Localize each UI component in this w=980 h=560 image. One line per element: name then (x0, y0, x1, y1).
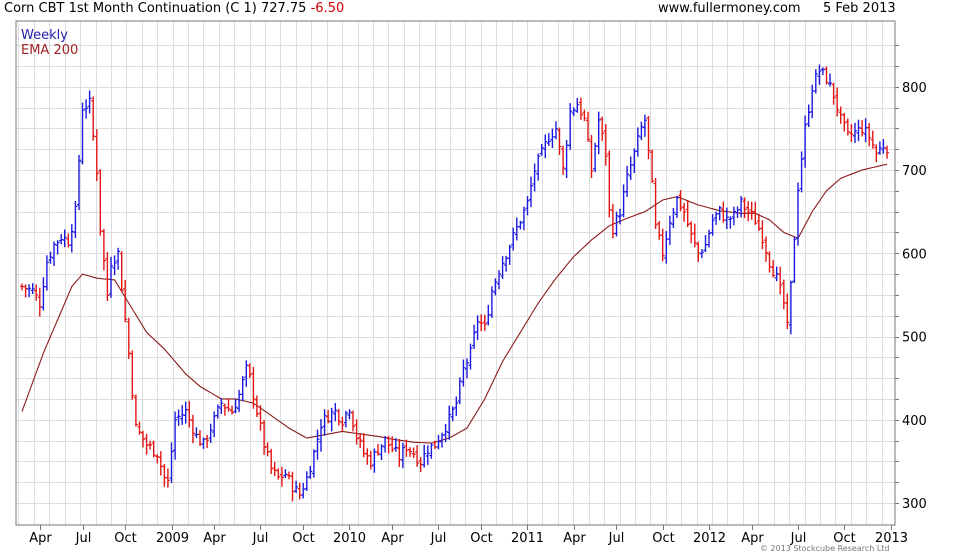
x-tick-label: Jul (608, 531, 625, 546)
copyright-notice: © 2013 Stockcube Research Ltd (760, 544, 890, 553)
x-tick-label: Jul (430, 531, 447, 546)
x-tick-label: 2009 (156, 531, 189, 546)
x-tick-label: Apr (381, 531, 404, 546)
y-tick-label: 300 (902, 497, 927, 512)
x-tick-label: Jul (75, 531, 92, 546)
grid-lines (16, 21, 895, 525)
legend-ema: EMA 200 (21, 43, 79, 58)
x-tick-label: Apr (563, 531, 586, 546)
y-tick-label: 600 (902, 247, 927, 262)
x-tick-label: Oct (652, 531, 674, 546)
x-tick-label: 2012 (693, 531, 726, 546)
x-tick-label: Apr (29, 531, 52, 546)
x-tick-label: 2011 (511, 531, 544, 546)
y-tick-label: 700 (902, 164, 927, 179)
legend-weekly: Weekly (21, 28, 68, 43)
price-chart: 300 400 500 600 700 800 Apr Jul Oct 2009 Apr Jul Oct… (15, 20, 927, 546)
plot-frame (15, 20, 896, 526)
x-tick-label: Oct (292, 531, 314, 546)
y-tick-label: 500 (902, 331, 927, 346)
y-tick-label: 800 (902, 81, 927, 96)
x-tick-label: Oct (114, 531, 136, 546)
ema-line-group (21, 163, 888, 444)
y-tick-label: 400 (902, 414, 927, 429)
x-tick-label: Oct (470, 531, 492, 546)
x-tick-label: 2010 (333, 531, 366, 546)
x-tick-label: Jul (252, 531, 269, 546)
x-tick-label: Apr (203, 531, 226, 546)
ema-line (21, 163, 888, 444)
